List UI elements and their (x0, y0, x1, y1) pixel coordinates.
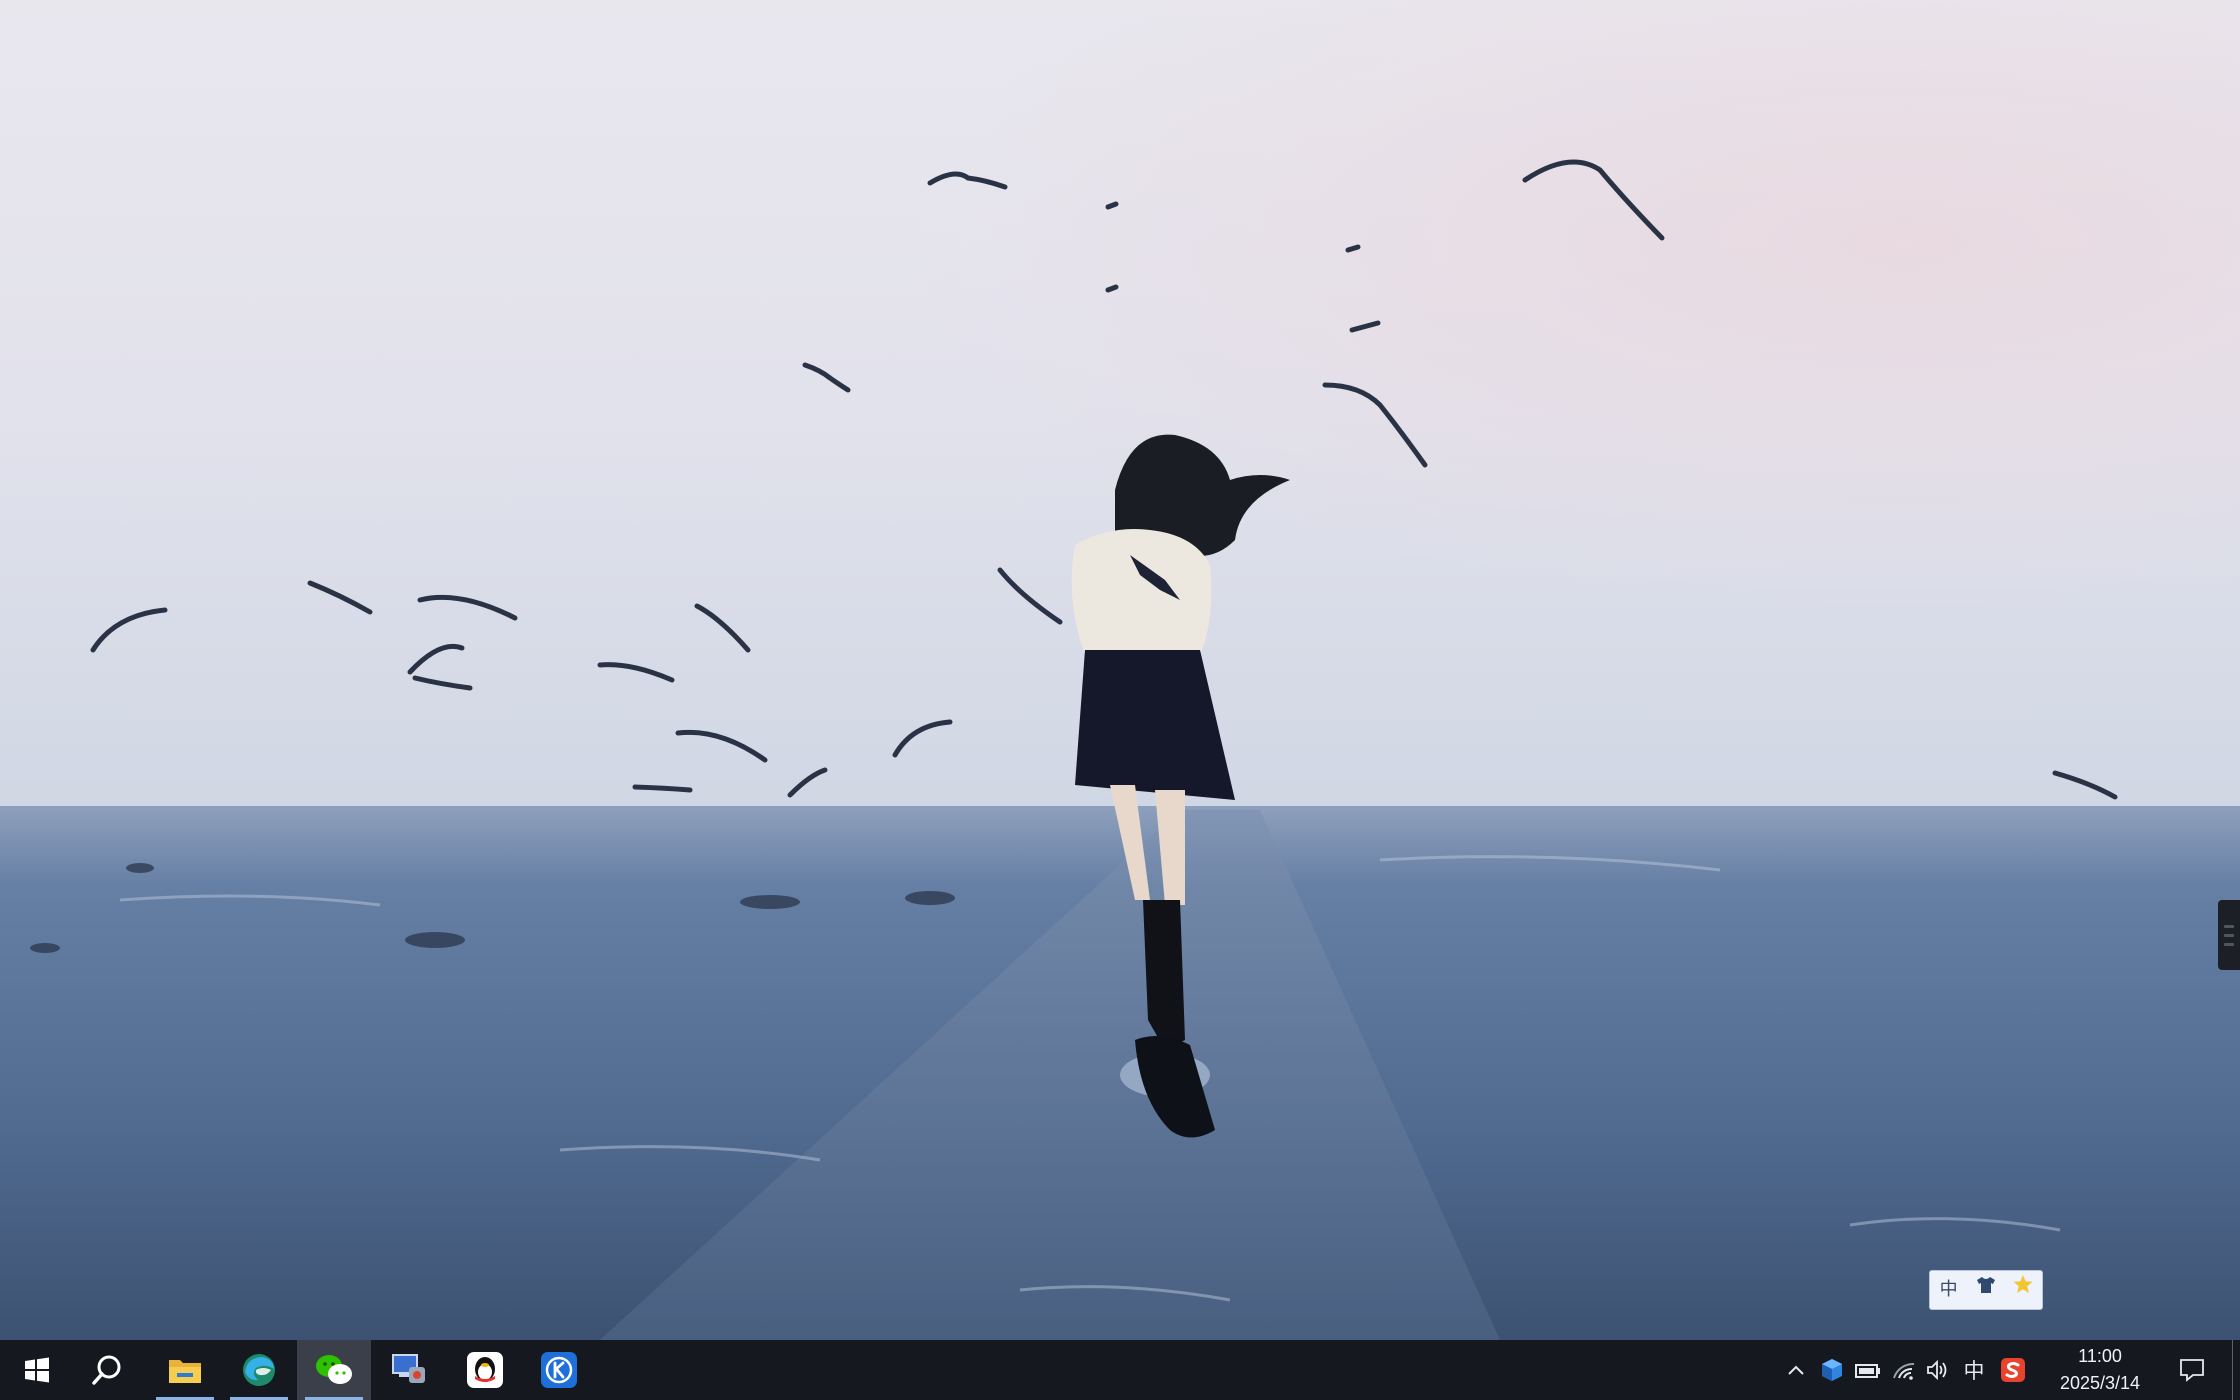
action-center-button[interactable] (2172, 1340, 2212, 1400)
tray-wifi[interactable] (1888, 1340, 1920, 1400)
taskbar-app-file-explorer[interactable] (148, 1340, 222, 1400)
search-icon (92, 1355, 121, 1385)
chevron-up-icon (1788, 1365, 1804, 1375)
folder-icon (169, 1360, 201, 1383)
tray-volume[interactable] (1922, 1340, 1954, 1400)
tray-sogou[interactable] (1996, 1340, 2030, 1400)
computer-icon (392, 1354, 425, 1383)
show-desktop-button[interactable] (2232, 1340, 2240, 1400)
taskbar-app-edge[interactable] (222, 1340, 296, 1400)
clock-time: 11:00 (2078, 1346, 2122, 1366)
star-icon[interactable] (2008, 1272, 2038, 1308)
taskbar-clock[interactable]: 11:00 2025/3/14 (2052, 1340, 2148, 1400)
action-center-icon (2180, 1359, 2204, 1382)
tray-input-language[interactable]: 中 (1958, 1340, 1990, 1400)
sogou-icon (2001, 1358, 2025, 1382)
wifi-icon (1893, 1362, 1915, 1380)
taskbar-app-qq[interactable] (448, 1340, 522, 1400)
taskbar-app-wechat[interactable] (297, 1340, 371, 1400)
search-button[interactable] (70, 1340, 144, 1400)
ime-mode-chinese[interactable]: 中 (1934, 1272, 1964, 1308)
taskbar-app-kuwo[interactable] (522, 1340, 596, 1400)
desktop-wallpaper: 中 (0, 0, 2240, 1340)
wallpaper-image (0, 0, 2240, 1340)
windows-start-icon (25, 1357, 49, 1383)
qq-penguin-icon (467, 1352, 503, 1388)
volume-icon (1927, 1360, 1947, 1380)
shirt-icon[interactable] (1971, 1272, 2001, 1308)
ime-toolbar[interactable]: 中 (1929, 1270, 2043, 1310)
clock-date: 2025/3/14 (2059, 1373, 2141, 1393)
edge-handle[interactable] (2218, 900, 2240, 970)
edge-icon (243, 1354, 275, 1386)
battery-icon (1855, 1364, 1880, 1378)
start-button[interactable] (0, 1340, 74, 1400)
k-app-icon (541, 1352, 577, 1388)
tray-overflow-button[interactable] (1782, 1340, 1810, 1400)
tray-battery[interactable] (1852, 1340, 1884, 1400)
tray-cube-app[interactable] (1816, 1340, 1848, 1400)
taskbar: 中 11:00 2025/3/14 (0, 1340, 2240, 1400)
wechat-icon (316, 1355, 352, 1384)
cube-icon (1822, 1359, 1842, 1381)
taskbar-app-remote-desktop[interactable] (372, 1340, 446, 1400)
